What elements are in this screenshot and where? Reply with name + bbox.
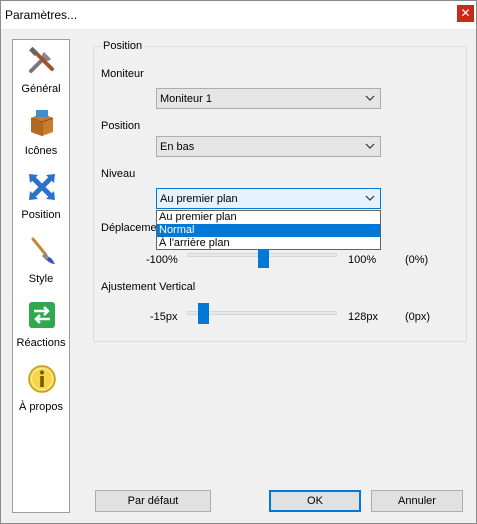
deplacement-max: 100% <box>348 254 377 266</box>
sidebar-item-icones[interactable]: Icônes <box>13 104 69 166</box>
sidebar-item-style[interactable]: Style <box>13 232 69 294</box>
brush-icon <box>31 237 55 264</box>
niveau-select[interactable]: Au premier plan <box>156 188 381 209</box>
group-legend: Position <box>101 40 145 52</box>
title-bar[interactable]: Paramètres... ✕ <box>1 1 476 30</box>
sidebar-item-label: À propos <box>18 401 64 413</box>
moniteur-value: Moniteur 1 <box>160 93 212 105</box>
ajustement-slider-thumb[interactable] <box>198 303 209 324</box>
position-value: En bas <box>160 141 195 153</box>
close-icon: ✕ <box>460 6 471 20</box>
sidebar-item-label: Position <box>21 209 61 221</box>
arrows-move-icon <box>29 174 55 200</box>
info-icon <box>28 365 56 393</box>
deplacement-slider-thumb[interactable] <box>258 247 269 268</box>
settings-window: Paramètres... ✕ Général Icônes Position … <box>0 0 477 524</box>
sidebar-item-position[interactable]: Position <box>13 168 69 230</box>
chevron-down-icon <box>365 143 375 149</box>
sidebar-item-apropos[interactable]: À propos <box>13 360 69 422</box>
sidebar-item-label: Réactions <box>16 337 66 349</box>
niveau-value: Au premier plan <box>160 193 238 205</box>
sidebar-item-label: Icônes <box>24 145 58 157</box>
close-button[interactable]: ✕ <box>457 5 474 22</box>
arrows-exchange-icon <box>29 302 55 328</box>
chevron-down-icon <box>365 195 375 201</box>
niveau-dropdown-list: Au premier plan Normal À l'arrière plan <box>156 210 381 250</box>
niveau-option[interactable]: Au premier plan <box>157 211 380 224</box>
ajustement-max: 128px <box>348 311 378 323</box>
sidebar-item-reactions[interactable]: Réactions <box>13 296 69 358</box>
cancel-button[interactable]: Annuler <box>371 490 463 512</box>
ajustement-value: (0px) <box>405 311 431 323</box>
deplacement-label: Déplacemen <box>101 222 163 234</box>
ajustement-min: -15px <box>150 311 178 323</box>
sidebar-item-label: Style <box>28 273 54 285</box>
niveau-option[interactable]: Normal <box>157 224 380 237</box>
sidebar-item-general[interactable]: Général <box>13 42 69 104</box>
ok-button[interactable]: OK <box>269 490 361 512</box>
moniteur-label: Moniteur <box>101 68 144 80</box>
niveau-label: Niveau <box>101 168 136 180</box>
tools-icon <box>29 46 54 73</box>
ajustement-track <box>187 311 337 315</box>
ajustement-label: Ajustement Vertical <box>101 281 196 293</box>
deplacement-value: (0%) <box>405 254 429 266</box>
sidebar: Général Icônes Position Style Réactions … <box>12 39 70 513</box>
moniteur-select[interactable]: Moniteur 1 <box>156 88 381 109</box>
chevron-down-icon <box>365 95 375 101</box>
sidebar-item-label: Général <box>21 83 61 95</box>
deplacement-min: -100% <box>146 254 178 266</box>
box-icon <box>30 110 54 136</box>
position-select[interactable]: En bas <box>156 136 381 157</box>
niveau-option[interactable]: À l'arrière plan <box>157 237 380 250</box>
window-title: Paramètres... <box>5 8 78 22</box>
position-label: Position <box>101 120 141 132</box>
default-button[interactable]: Par défaut <box>95 490 211 512</box>
